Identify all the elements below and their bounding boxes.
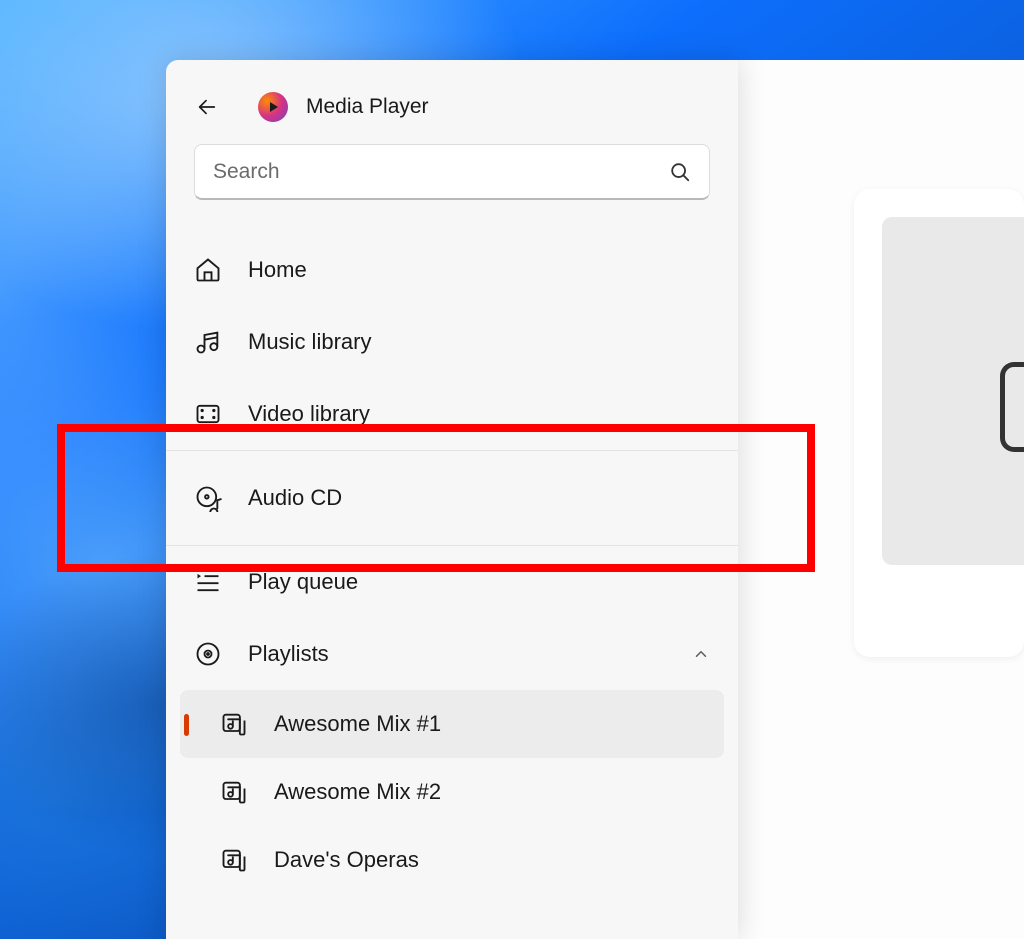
playlist-label: Awesome Mix #1 bbox=[274, 711, 441, 737]
search-box[interactable] bbox=[194, 144, 710, 200]
nav-label-home: Home bbox=[248, 257, 710, 283]
app-title: Media Player bbox=[306, 95, 429, 119]
playlist-icon bbox=[220, 778, 248, 806]
nav-item-home[interactable]: Home bbox=[166, 234, 738, 306]
sidebar-panel: Media Player Home Music library bbox=[166, 60, 738, 939]
nav-item-music-library[interactable]: Music library bbox=[166, 306, 738, 378]
nav-label-video: Video library bbox=[248, 401, 710, 427]
nav-list: Home Music library Video library Audio C… bbox=[166, 220, 738, 908]
music-note-icon bbox=[194, 328, 222, 356]
playlist-label: Awesome Mix #2 bbox=[274, 779, 441, 805]
playlist-item-3[interactable]: Dave's Operas bbox=[180, 826, 724, 894]
app-icon bbox=[258, 92, 288, 122]
content-card bbox=[854, 189, 1024, 657]
nav-item-play-queue[interactable]: Play queue bbox=[166, 546, 738, 618]
playlist-list: Awesome Mix #1 Awesome Mix #2 Dave's Ope… bbox=[166, 690, 738, 894]
album-icon bbox=[1000, 362, 1024, 452]
chevron-up-icon bbox=[692, 645, 710, 663]
nav-label-music: Music library bbox=[248, 329, 710, 355]
nav-label-queue: Play queue bbox=[248, 569, 710, 595]
cd-icon bbox=[194, 484, 222, 512]
header-row: Media Player bbox=[166, 60, 738, 144]
playlist-icon bbox=[220, 846, 248, 874]
album-art-placeholder bbox=[882, 217, 1024, 565]
nav-label-audiocd: Audio CD bbox=[248, 485, 710, 511]
video-icon bbox=[194, 400, 222, 428]
playlist-item-1[interactable]: Awesome Mix #1 bbox=[180, 690, 724, 758]
search-icon bbox=[669, 161, 691, 183]
back-button[interactable] bbox=[188, 88, 226, 126]
content-panel bbox=[738, 60, 1024, 939]
nav-item-audio-cd[interactable]: Audio CD bbox=[166, 462, 738, 534]
playlist-icon bbox=[220, 710, 248, 738]
playlist-item-2[interactable]: Awesome Mix #2 bbox=[180, 758, 724, 826]
search-container bbox=[166, 144, 738, 220]
arrow-left-icon bbox=[196, 96, 218, 118]
playlists-icon bbox=[194, 640, 222, 668]
playlist-label: Dave's Operas bbox=[274, 847, 419, 873]
nav-item-video-library[interactable]: Video library bbox=[166, 378, 738, 450]
home-icon bbox=[194, 256, 222, 284]
queue-icon bbox=[194, 568, 222, 596]
search-input[interactable] bbox=[213, 160, 669, 184]
nav-item-playlists[interactable]: Playlists bbox=[166, 618, 738, 690]
nav-label-playlists: Playlists bbox=[248, 641, 666, 667]
